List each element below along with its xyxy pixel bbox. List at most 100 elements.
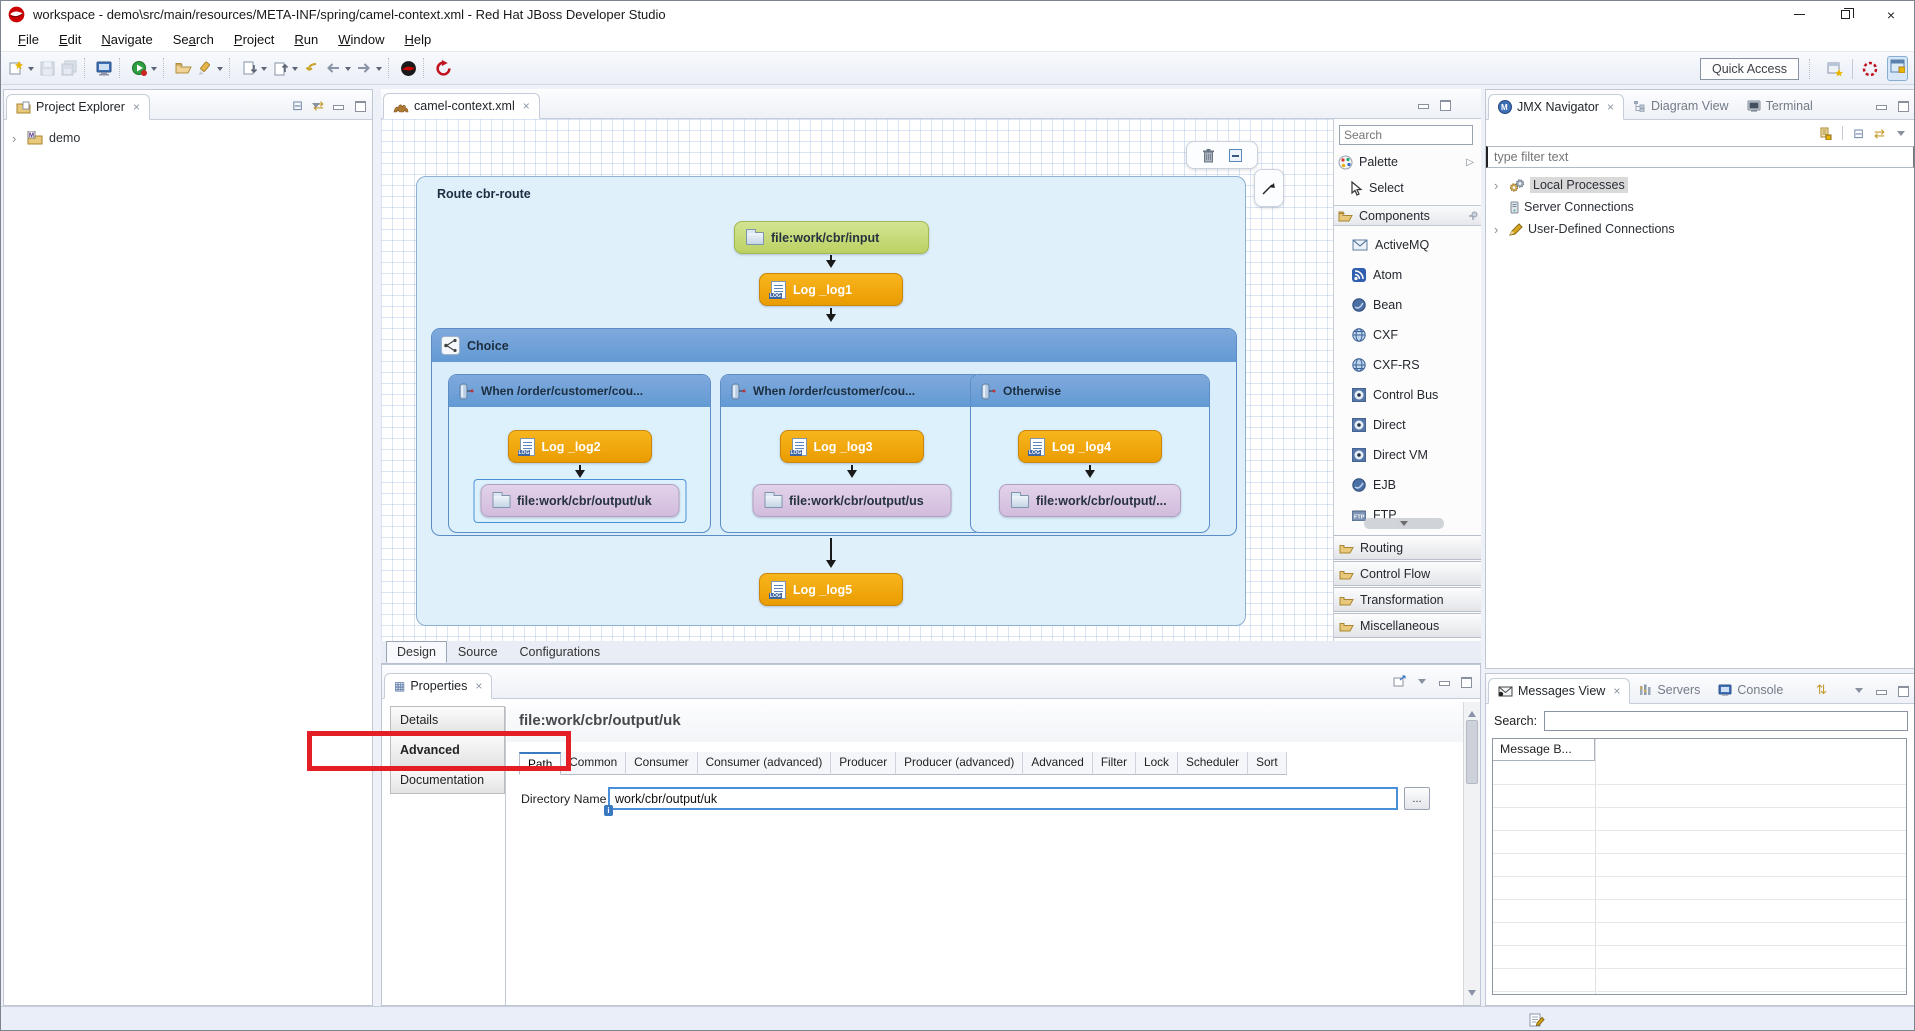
node-log5[interactable]: Log _log5: [759, 573, 903, 606]
directory-name-input[interactable]: [608, 787, 1398, 810]
close-tab-icon[interactable]: ×: [1607, 100, 1614, 114]
messages-column-header[interactable]: Message B...: [1493, 739, 1595, 761]
view-menu-icon[interactable]: [1853, 684, 1865, 696]
forward-button[interactable]: [353, 56, 375, 80]
ftab-consumer-advanced[interactable]: Consumer (advanced): [698, 752, 832, 775]
node-log3[interactable]: Log _log3: [780, 430, 924, 463]
node-log2[interactable]: Log _log2: [508, 430, 652, 463]
tab-diagram-view[interactable]: Diagram View: [1624, 93, 1738, 119]
palette-search-input[interactable]: [1339, 125, 1473, 145]
tab-jmx-navigator[interactable]: M JMX Navigator ×: [1488, 94, 1624, 120]
link-with-editor-icon[interactable]: ⇄: [1874, 127, 1885, 140]
menu-navigate[interactable]: Navigate: [92, 29, 161, 50]
palette-item-directvm[interactable]: Direct VM: [1334, 441, 1481, 469]
jmx-tree[interactable]: › Local Processes Server Connections › U…: [1486, 170, 1915, 668]
jboss-perspective-button[interactable]: [1859, 57, 1881, 81]
tab-source[interactable]: Source: [447, 641, 509, 663]
view-menu-icon[interactable]: [1416, 675, 1428, 687]
palette-scroll-indicator[interactable]: [1364, 518, 1444, 529]
tree-item-local-processes[interactable]: › Local Processes: [1486, 174, 1915, 196]
tab-properties[interactable]: ▦ Properties ×: [384, 673, 492, 699]
when2-container[interactable]: When /order/customer/cou... Log _log3 fi…: [720, 374, 983, 533]
palette-drawer-routing[interactable]: Routing: [1334, 535, 1481, 560]
node-file-input[interactable]: file:work/cbr/input: [734, 221, 929, 254]
expander-icon[interactable]: ›: [12, 131, 22, 146]
project-explorer-tree[interactable]: › M demo: [4, 120, 372, 1005]
delete-node-icon[interactable]: [1202, 148, 1215, 163]
minimize-view-icon[interactable]: [1875, 684, 1887, 696]
last-edit-location-button[interactable]: [300, 56, 322, 80]
ftab-producer[interactable]: Producer: [831, 752, 896, 775]
next-annotation-button[interactable]: [238, 56, 260, 80]
menu-help[interactable]: Help: [395, 29, 440, 50]
collapse-container-icon[interactable]: [1229, 149, 1242, 162]
tab-terminal[interactable]: Terminal: [1738, 93, 1822, 119]
view-menu-icon[interactable]: [1895, 127, 1907, 139]
new-wizard-button[interactable]: [5, 56, 27, 80]
palette-item-cxfrs[interactable]: CXF-RS: [1334, 351, 1481, 379]
messages-search-input[interactable]: [1544, 711, 1908, 731]
palette-item-bean[interactable]: Bean: [1334, 291, 1481, 319]
pin-icon[interactable]: [1468, 211, 1478, 221]
scroll-down-icon[interactable]: [1468, 990, 1476, 1000]
back-button[interactable]: [322, 56, 344, 80]
palette-item-direct[interactable]: Direct: [1334, 411, 1481, 439]
tab-project-explorer[interactable]: Project Explorer ×: [6, 94, 150, 120]
current-perspective-button[interactable]: [1887, 56, 1908, 81]
node-output-us[interactable]: file:work/cbr/output/us: [752, 484, 951, 517]
palette-drawer-miscellaneous[interactable]: Miscellaneous: [1334, 613, 1481, 638]
ftab-lock[interactable]: Lock: [1136, 752, 1178, 775]
section-details[interactable]: Details: [390, 706, 505, 734]
minimize-view-icon[interactable]: [1438, 675, 1450, 687]
connector-tool[interactable]: [1254, 169, 1284, 207]
minimize-view-icon[interactable]: [332, 99, 344, 111]
palette-item-activemq[interactable]: ActiveMQ: [1334, 231, 1481, 259]
restore-window-button[interactable]: [1822, 1, 1868, 28]
ftab-producer-advanced[interactable]: Producer (advanced): [896, 752, 1023, 775]
tree-item-user-defined-connections[interactable]: › User-Defined Connections: [1486, 218, 1915, 240]
node-output-other[interactable]: file:work/cbr/output/...: [999, 484, 1181, 517]
open-new-view-icon[interactable]: [1393, 675, 1406, 687]
palette-item-ejb[interactable]: EJB: [1334, 471, 1481, 499]
minimize-window-button[interactable]: [1776, 1, 1822, 28]
monitor-button[interactable]: [93, 56, 115, 80]
jboss-central-button[interactable]: [397, 56, 419, 80]
node-output-uk[interactable]: file:work/cbr/output/uk: [480, 484, 679, 517]
palette-drawer-controlflow[interactable]: Control Flow: [1334, 561, 1481, 586]
node-log1[interactable]: Log _log1: [759, 273, 903, 306]
diagram-canvas[interactable]: Route cbr-route file:work/cbr/input Log …: [381, 119, 1333, 641]
minimize-view-icon[interactable]: [1417, 98, 1429, 110]
run-dropdown[interactable]: [151, 67, 157, 74]
maximize-view-icon[interactable]: [1439, 98, 1451, 110]
palette-drawer-transformation[interactable]: Transformation: [1334, 587, 1481, 612]
forward-dropdown[interactable]: [376, 67, 382, 74]
close-window-button[interactable]: ×: [1868, 1, 1914, 28]
scroll-up-icon[interactable]: [1468, 707, 1476, 717]
palette-item-atom[interactable]: Atom: [1334, 261, 1481, 289]
menu-edit[interactable]: Edit: [50, 29, 90, 50]
menu-search[interactable]: Search: [164, 29, 223, 50]
previous-annotation-button[interactable]: [269, 56, 291, 80]
mark-occurrences-button[interactable]: [194, 56, 216, 80]
menu-project[interactable]: Project: [225, 29, 283, 50]
maximize-view-icon[interactable]: [1897, 684, 1909, 696]
when1-container[interactable]: When /order/customer/cou... Log _log2 fi…: [448, 374, 711, 533]
ftab-scheduler[interactable]: Scheduler: [1178, 752, 1248, 775]
new-connection-icon[interactable]: [1819, 127, 1832, 140]
run-button[interactable]: [128, 56, 150, 80]
ftab-common[interactable]: Common: [561, 752, 626, 775]
palette-drawer-components[interactable]: Components: [1334, 205, 1481, 226]
close-tab-icon[interactable]: ×: [523, 99, 530, 113]
status-notes-icon[interactable]: [1529, 1012, 1545, 1027]
ftab-filter[interactable]: Filter: [1093, 752, 1136, 775]
scroll-thumb[interactable]: [1466, 720, 1478, 784]
tab-configurations[interactable]: Configurations: [509, 641, 612, 663]
collapse-all-icon[interactable]: ⊟: [292, 99, 303, 112]
view-menu-icon[interactable]: [310, 99, 322, 111]
tab-servers[interactable]: Servers: [1630, 677, 1709, 703]
maximize-view-icon[interactable]: [1897, 99, 1909, 111]
properties-scrollbar[interactable]: [1463, 702, 1480, 1005]
tree-item-demo[interactable]: › M demo: [4, 127, 372, 149]
maximize-view-icon[interactable]: [354, 99, 366, 111]
choice-container[interactable]: Choice When /order/customer/cou... Log _…: [431, 328, 1237, 536]
